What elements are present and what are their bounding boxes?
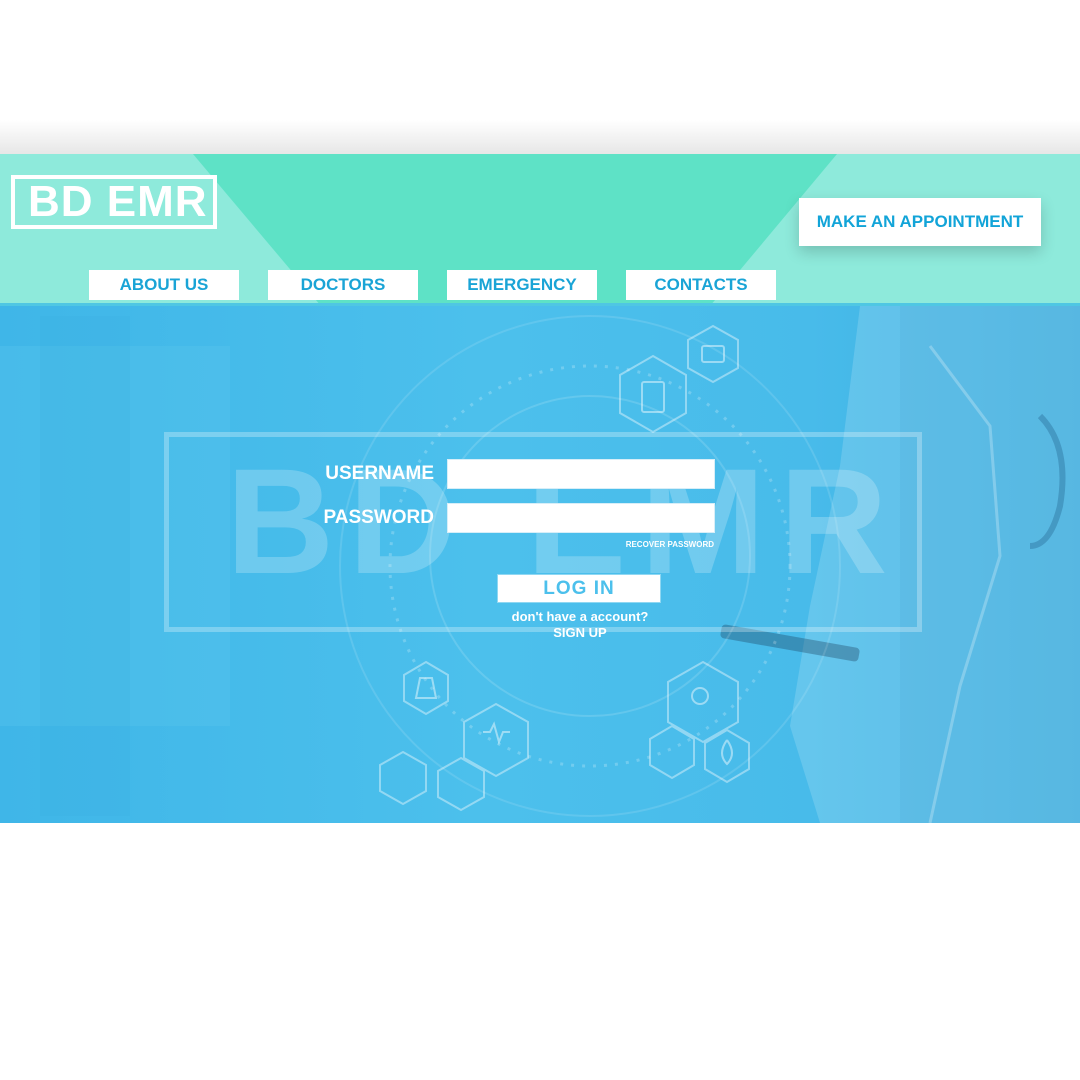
- username-label: USERNAME: [325, 463, 434, 484]
- header-shadow: [0, 120, 1080, 156]
- sign-up-link[interactable]: SIGN UP: [480, 625, 680, 640]
- site-header: BD EMR MAKE AN APPOINTMENT ABOUT US DOCT…: [0, 154, 1080, 306]
- nav-about-us[interactable]: ABOUT US: [89, 270, 239, 300]
- password-label: PASSWORD: [323, 507, 434, 528]
- nav-contacts[interactable]: CONTACTS: [626, 270, 776, 300]
- login-hero: BD EMR USERNAME PASSWORD RECOVER PASSWOR…: [0, 306, 1080, 823]
- username-input[interactable]: [447, 459, 715, 489]
- make-appointment-button[interactable]: MAKE AN APPOINTMENT: [799, 198, 1041, 246]
- no-account-text: don't have a account?: [511, 609, 649, 624]
- recover-password-link[interactable]: RECOVER PASSWORD: [600, 540, 714, 549]
- nav-doctors[interactable]: DOCTORS: [268, 270, 418, 300]
- logo[interactable]: BD EMR: [11, 175, 217, 229]
- login-button[interactable]: LOG IN: [497, 574, 661, 603]
- password-input[interactable]: [447, 503, 715, 533]
- nav-emergency[interactable]: EMERGENCY: [447, 270, 597, 300]
